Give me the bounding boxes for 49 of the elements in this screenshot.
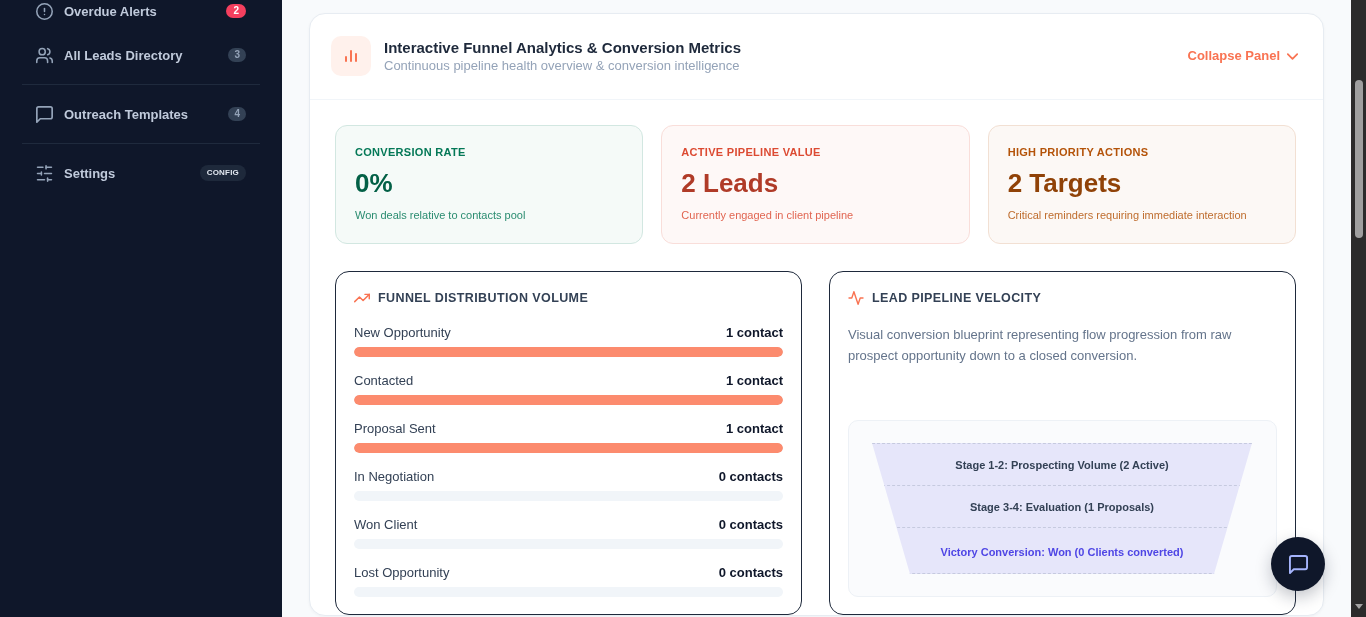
nav-link[interactable]: Settings <box>64 165 116 181</box>
stat-label: ACTIVE PIPELINE VALUE <box>681 146 822 159</box>
stat-value: 2 Leads <box>681 168 780 198</box>
pulse-icon <box>848 291 864 305</box>
count-badge: 2 <box>226 4 246 18</box>
stat-value: 0% <box>355 168 394 198</box>
section-title: Interactive Funnel Analytics & Conversion Metrics <box>384 38 742 57</box>
caret-down-icon[interactable] <box>1354 604 1363 609</box>
stage-name: Contacted <box>354 373 414 389</box>
stage-name: In Negotiation <box>354 469 435 485</box>
nav-link[interactable]: Overdue Alerts <box>64 3 157 19</box>
section-subtitle: Continuous pipeline health overview & conversion intelligence <box>384 57 741 74</box>
exclamation-circle-icon <box>36 2 53 20</box>
bar-chart-icon <box>331 36 371 76</box>
count-badge: 4 <box>228 107 246 121</box>
tag-badge: CONFIG <box>199 165 246 181</box>
contact-count: 0 contacts <box>718 469 783 485</box>
contact-count: 1 contact <box>725 421 783 437</box>
trend-up-icon <box>354 291 370 305</box>
stage-name: Won Client <box>354 517 418 533</box>
stat-description: Currently engaged in client pipeline <box>681 208 855 222</box>
stat-label: CONVERSION RATE <box>355 146 467 159</box>
stage-name: Lost Opportunity <box>354 565 450 581</box>
contact-count: 0 contacts <box>718 565 783 581</box>
chevron-down-icon <box>1287 52 1298 60</box>
stat-description: Critical reminders requiring immediate interaction <box>1007 208 1248 222</box>
nav-link[interactable]: Outreach Templates <box>64 106 189 122</box>
panel-description: Visual conversion blueprint representing flow progression from raw prospect opportunity down to a closed conversion. <box>848 326 1233 365</box>
sliders-icon <box>36 164 53 182</box>
contact-count: 1 contact <box>725 373 783 389</box>
stage-label: Stage 3-4: Evaluation (1 Proposals) <box>970 501 1154 513</box>
panel-title: FUNNEL DISTRIBUTION VOLUME <box>378 290 589 306</box>
contact-count: 1 contact <box>725 325 783 341</box>
stat-description: Won deals relative to contacts pool <box>355 208 527 222</box>
scrollbar-thumb[interactable] <box>1354 80 1363 238</box>
stage-name: New Opportunity <box>354 325 451 341</box>
nav-link[interactable]: All Leads Directory <box>64 47 183 63</box>
stage-label: Stage 1-2: Prospecting Volume (2 Active) <box>955 459 1169 471</box>
count-badge: 3 <box>228 48 246 62</box>
users-icon <box>36 46 53 64</box>
stage-name: Proposal Sent <box>354 421 436 437</box>
stage-label: Victory Conversion: Won (0 Clients converted) <box>940 546 1184 558</box>
contact-count: 0 contacts <box>718 517 783 533</box>
panel-title: LEAD PIPELINE VELOCITY <box>872 290 1042 306</box>
speech-bubble-icon <box>1288 554 1308 574</box>
speech-bubble-icon <box>36 105 53 123</box>
scrollbar[interactable] <box>1351 0 1366 617</box>
stat-value: 2 Targets <box>1007 168 1123 198</box>
stat-label: HIGH PRIORITY ACTIONS <box>1007 146 1150 159</box>
